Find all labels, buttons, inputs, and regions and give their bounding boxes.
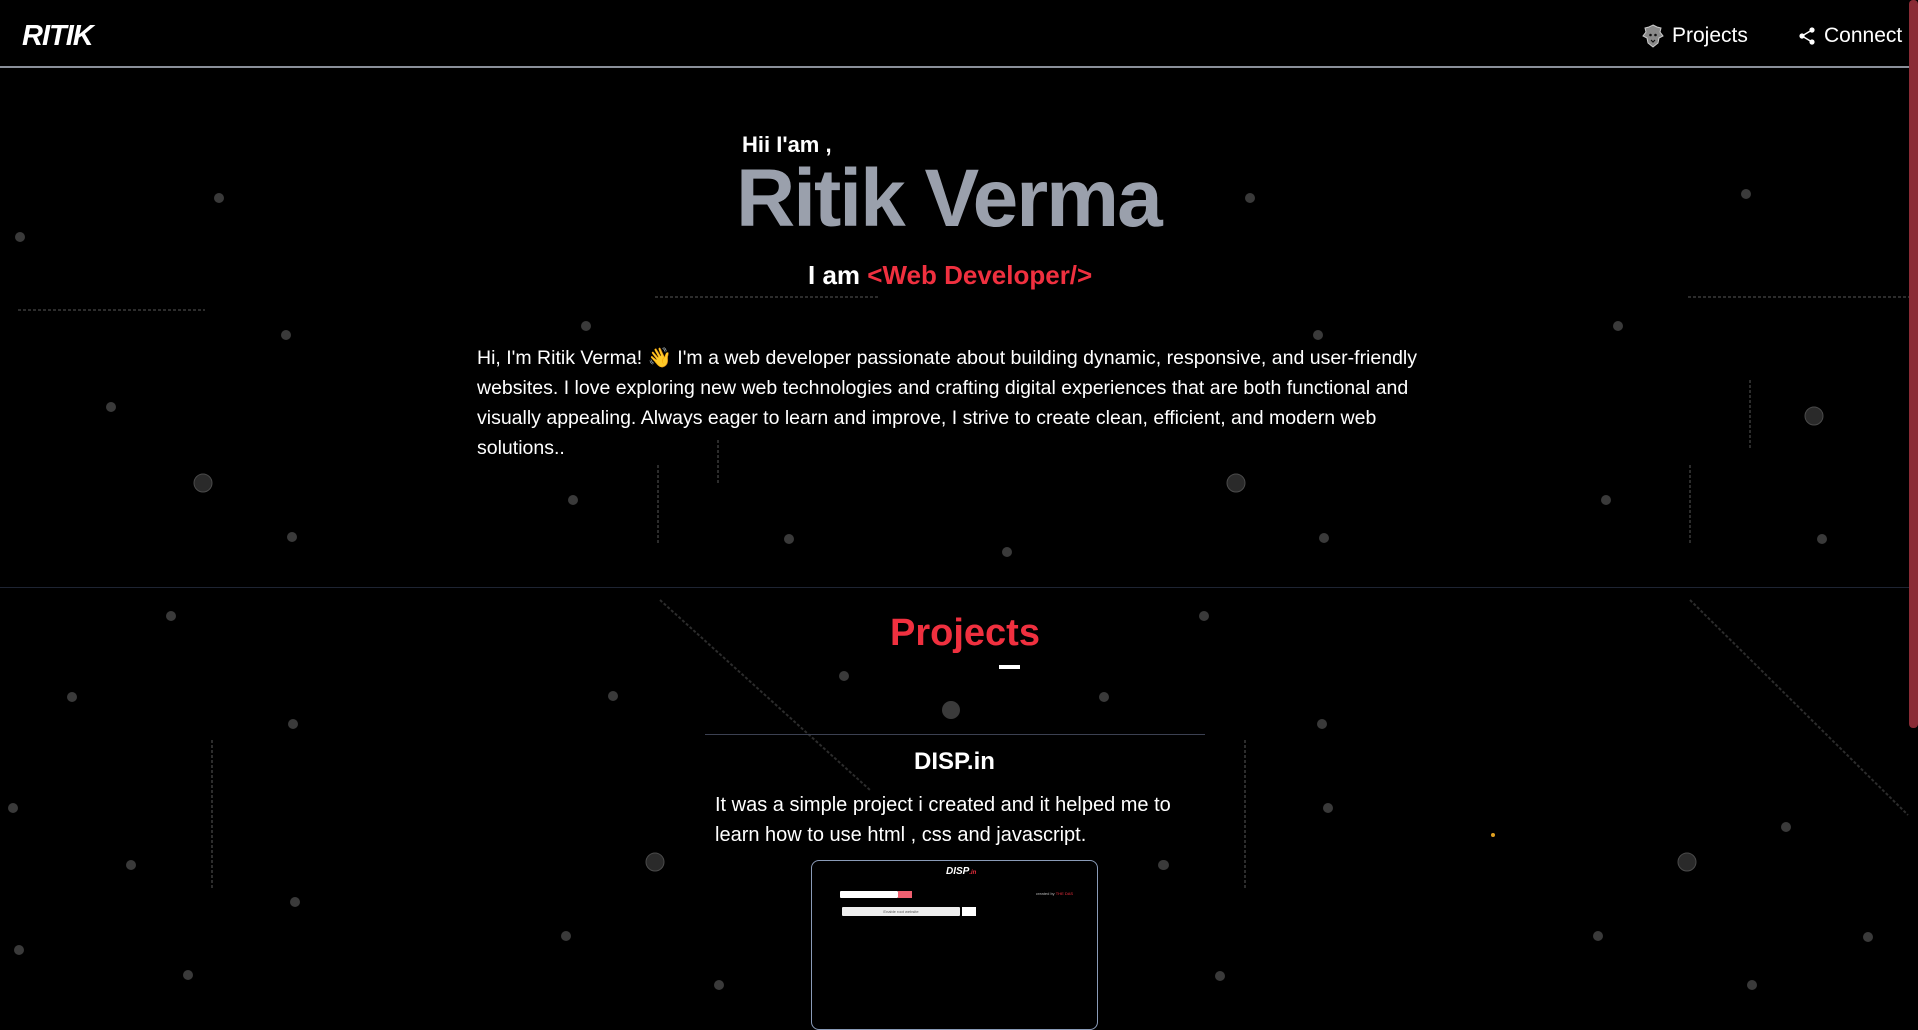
preview-logo: DISP.in [946,866,977,877]
preview-button [898,891,912,898]
title-underline [999,665,1020,669]
nav-projects-link[interactable]: Projects [1642,24,1748,48]
hero-role-prefix: I am [808,260,861,290]
preview-bar: Enable root website [842,907,960,916]
section-divider [0,587,1918,588]
nav-projects-label: Projects [1672,24,1748,47]
project-preview-image[interactable]: DISP.in created by THE DAS Enable root w… [811,860,1098,1030]
hero-role-highlight: <Web Developer/> [867,260,1093,290]
nav-connect-label: Connect [1824,24,1903,47]
preview-bar-end [962,907,976,916]
site-logo[interactable]: RITIK [22,20,94,53]
lion-head-icon [1642,24,1664,48]
navbar: RITIK Projects Connect [0,0,1918,68]
page-scrollbar[interactable] [1909,0,1918,728]
project-title: DISP.in [914,748,995,775]
hero-name: Ritik Verma [736,153,1163,244]
hero-role: I am <Web Developer/> [808,260,1092,291]
hero-bio: Hi, I'm Ritik Verma! 👋 I'm a web develop… [477,347,1418,459]
preview-input [840,891,898,898]
project-description: It was a simple project i created and it… [715,794,1171,846]
projects-section-title: Projects [890,612,1040,654]
preview-credit: created by THE DAS [1036,891,1074,896]
project-card-divider [705,734,1205,735]
nav-connect-link[interactable]: Connect [1798,24,1902,48]
share-nodes-icon [1798,27,1816,45]
